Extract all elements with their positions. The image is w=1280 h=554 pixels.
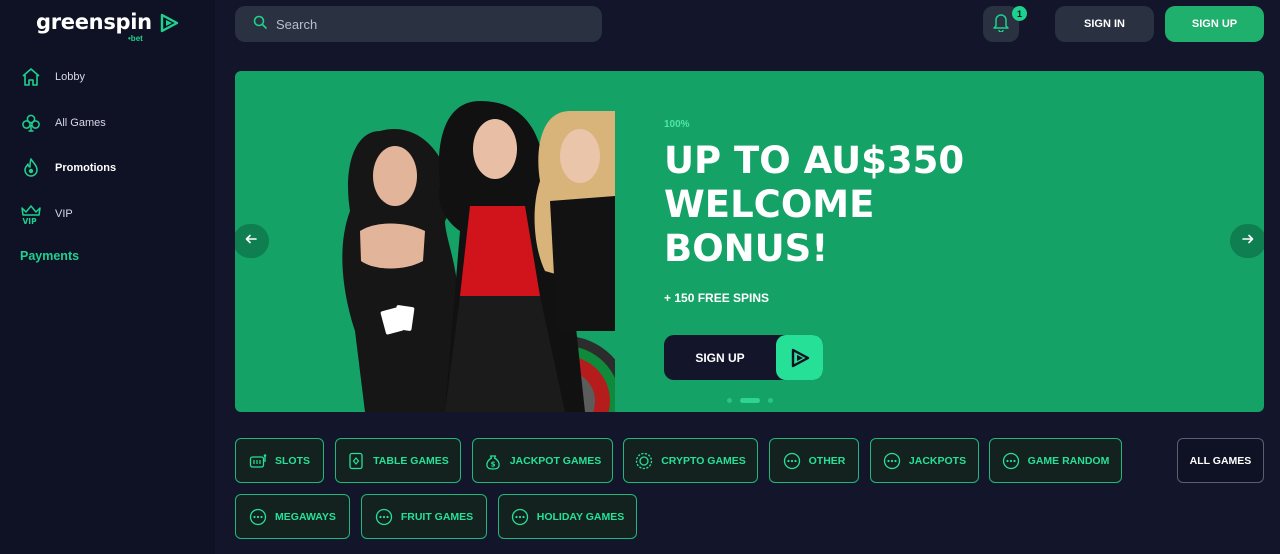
logo-mark-icon xyxy=(158,12,180,39)
category-game-random[interactable]: GAME RANDOM xyxy=(989,438,1122,483)
sidebar-item-label: Promotions xyxy=(55,162,117,174)
dots-icon xyxy=(375,508,393,526)
promo-hero-image xyxy=(295,71,630,412)
carousel-dots xyxy=(727,398,781,403)
sidebar-item-label: VIP xyxy=(55,207,73,220)
promo-banner: 100% UP TO AU$350 WELCOME BONUS! + 150 F… xyxy=(235,71,1264,412)
category-slots[interactable]: SLOTS xyxy=(235,438,324,483)
arrow-left-icon xyxy=(245,232,257,250)
payments-link[interactable]: Payments xyxy=(20,249,79,263)
dots-icon xyxy=(511,508,529,526)
search-input[interactable] xyxy=(276,16,576,32)
category-label: MEGAWAYS xyxy=(275,510,336,523)
slot-machine-icon xyxy=(249,452,267,470)
promo-subtitle: + 150 FREE SPINS xyxy=(664,291,770,305)
sidebar: greenspin •bet Lobby All Games Promotion… xyxy=(0,0,215,554)
logo-text: greenspin xyxy=(36,10,152,34)
category-table-games[interactable]: TABLE GAMES xyxy=(335,438,461,483)
category-label: TABLE GAMES xyxy=(373,454,449,467)
category-megaways[interactable]: MEGAWAYS xyxy=(235,494,350,539)
dots-icon xyxy=(1002,452,1020,470)
category-label: SLOTS xyxy=(274,454,310,467)
crown-icon: VIP xyxy=(20,203,42,225)
carousel-prev-button[interactable] xyxy=(235,224,269,258)
category-label: FRUIT GAMES xyxy=(400,510,474,523)
logo-suffix: •bet xyxy=(128,34,143,43)
carousel-dot[interactable] xyxy=(768,398,773,403)
sidebar-item-promotions[interactable]: Promotions xyxy=(20,157,116,179)
category-label: HOLIDAY GAMES xyxy=(536,510,625,523)
card-icon xyxy=(347,452,365,470)
all-games-button[interactable]: ALL GAMES xyxy=(1177,438,1264,483)
play-logo-icon xyxy=(776,335,823,380)
sidebar-item-label: Lobby xyxy=(55,71,85,83)
logo[interactable]: greenspin •bet xyxy=(36,10,180,43)
category-label: JACKPOTS xyxy=(908,454,967,467)
category-label: CRYPTO GAMES xyxy=(661,454,746,467)
sidebar-item-lobby[interactable]: Lobby xyxy=(20,66,116,88)
category-label: GAME RANDOM xyxy=(1027,454,1110,467)
search-bar[interactable] xyxy=(235,6,602,42)
sidebar-nav: Lobby All Games Promotions VIP VIP xyxy=(20,66,116,248)
category-label: OTHER xyxy=(808,454,846,467)
category-holiday-games[interactable]: HOLIDAY GAMES xyxy=(498,494,637,539)
dots-icon xyxy=(883,452,901,470)
fire-icon xyxy=(20,157,42,179)
sidebar-item-vip[interactable]: VIP VIP xyxy=(20,203,116,225)
notifications-button[interactable]: 1 xyxy=(983,6,1027,42)
category-jackpot-games[interactable]: $ JACKPOT GAMES xyxy=(472,438,613,483)
category-fruit-games[interactable]: FRUIT GAMES xyxy=(361,494,487,539)
promo-title: UP TO AU$350 WELCOME BONUS! xyxy=(664,139,965,270)
sidebar-item-label: All Games xyxy=(55,116,106,129)
sidebar-item-all-games[interactable]: All Games xyxy=(20,112,116,134)
dots-icon xyxy=(249,508,267,526)
promo-kicker: 100% xyxy=(664,119,690,130)
svg-text:VIP: VIP xyxy=(23,217,38,225)
coin-icon xyxy=(635,452,653,470)
arrow-right-icon xyxy=(1242,232,1254,250)
promo-sign-up-button[interactable]: SIGN UP xyxy=(664,335,823,380)
category-jackpots[interactable]: JACKPOTS xyxy=(870,438,979,483)
carousel-dot[interactable] xyxy=(727,398,732,403)
promo-sign-up-label: SIGN UP xyxy=(695,350,745,365)
dots-icon xyxy=(783,452,801,470)
category-crypto-games[interactable]: CRYPTO GAMES xyxy=(623,438,758,483)
category-other[interactable]: OTHER xyxy=(769,438,859,483)
bell-icon xyxy=(992,12,1010,37)
club-icon xyxy=(20,112,42,134)
sign-up-button[interactable]: SIGN UP xyxy=(1165,6,1264,42)
home-icon xyxy=(20,66,42,88)
money-bag-icon: $ xyxy=(484,452,502,470)
category-label: JACKPOT GAMES xyxy=(509,454,602,467)
notification-badge: 1 xyxy=(1012,6,1027,21)
sign-in-button[interactable]: SIGN IN xyxy=(1055,6,1154,42)
svg-text:$: $ xyxy=(490,460,495,468)
carousel-dot-active[interactable] xyxy=(740,398,760,403)
carousel-next-button[interactable] xyxy=(1230,224,1264,258)
search-icon xyxy=(253,15,267,34)
